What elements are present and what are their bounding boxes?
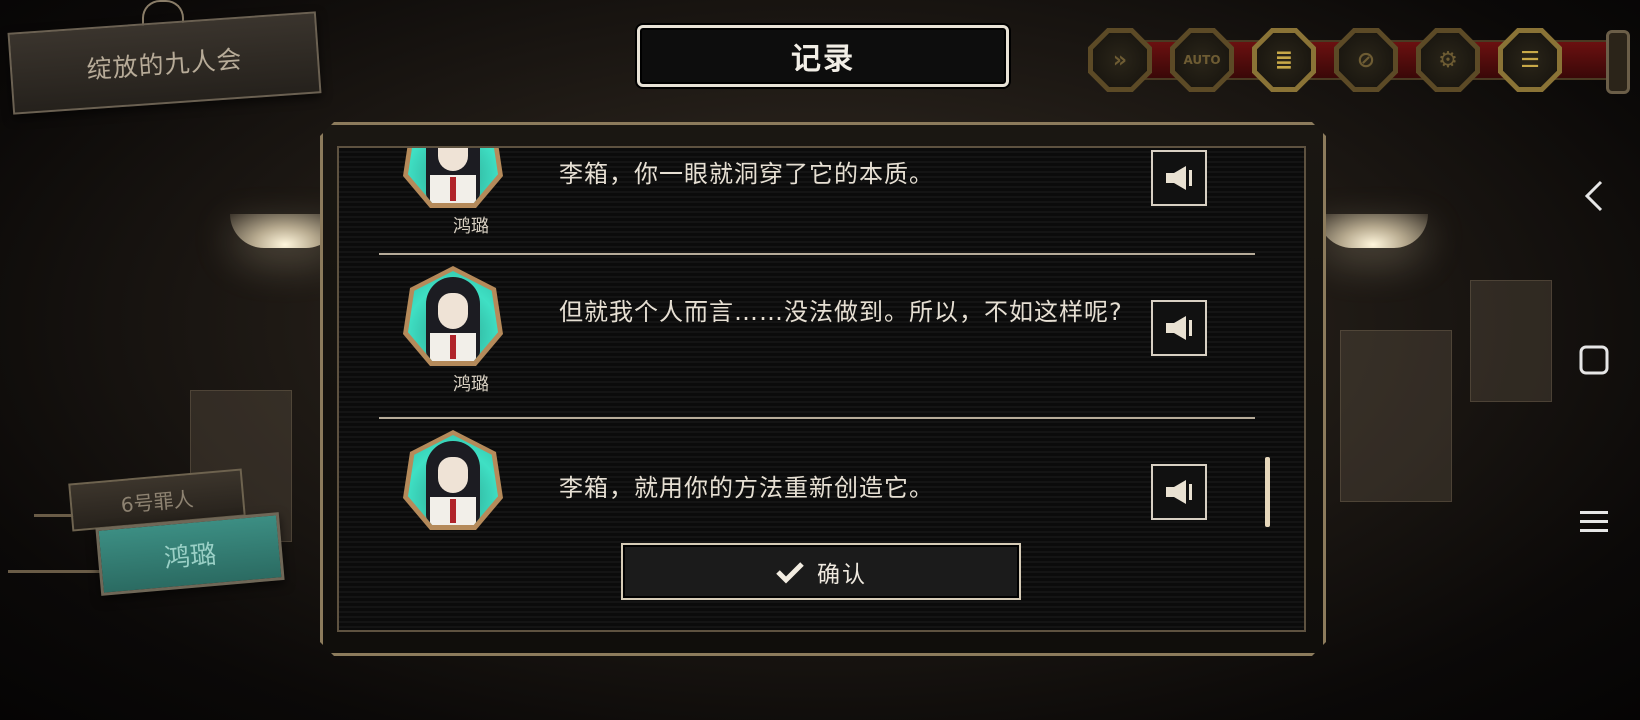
voice-replay-button[interactable] [1151, 300, 1207, 356]
list-item: 鸿璐 李箱，你一眼就洞穿了它的本质。 [379, 148, 1255, 242]
speaker-icon [1166, 480, 1192, 504]
log-button[interactable]: ≣ [1252, 28, 1316, 92]
auto-button[interactable]: AUTO [1170, 28, 1234, 92]
menu-icon: ☰ [1503, 33, 1557, 87]
dialogue-text: 李箱，就用你的方法重新创造它。 [559, 474, 934, 502]
background-shelf [1340, 330, 1452, 502]
dialogue-text: 但就我个人而言……没法做到。所以，不如这样呢? [559, 298, 1123, 326]
confirm-label: 确认 [817, 561, 867, 588]
page-title-box: 记录 [637, 25, 1009, 87]
chapter-title: 绽放的九人会 [85, 44, 244, 85]
list-item: 鸿璐 但就我个人而言……没法做到。所以，不如这样呢? [379, 266, 1255, 406]
page-title: 记录 [791, 42, 855, 77]
system-back-button[interactable] [1572, 174, 1616, 218]
fast-forward-button[interactable]: » [1088, 28, 1152, 92]
gear-icon: ⚙ [1421, 33, 1475, 87]
auto-icon: AUTO [1175, 33, 1229, 87]
character-name: 鸿璐 [162, 539, 218, 574]
system-home-button[interactable] [1572, 338, 1616, 382]
speaker-name: 鸿璐 [453, 374, 489, 395]
square-icon [1579, 345, 1609, 375]
system-recents-button[interactable] [1572, 500, 1616, 544]
chevron-left-icon [1584, 180, 1603, 212]
hamburger-icon [1580, 511, 1608, 532]
confirm-button[interactable]: 确认 [621, 543, 1021, 600]
chapter-title-plate: 绽放的九人会 [7, 11, 322, 115]
dialogue-text: 李箱，你一眼就洞穿了它的本质。 [559, 160, 934, 188]
voice-replay-button[interactable] [1151, 464, 1207, 520]
log-scrollbar[interactable] [1265, 457, 1270, 527]
speaker-icon [1166, 316, 1192, 340]
fast-forward-icon: » [1093, 33, 1147, 87]
avatar [403, 430, 503, 530]
entry-divider [379, 253, 1255, 255]
menu-button[interactable]: ☰ [1498, 28, 1562, 92]
list-item: 李箱，就用你的方法重新创造它。 [379, 430, 1255, 530]
entry-divider [379, 417, 1255, 419]
toolbar-rail-end [1606, 30, 1630, 94]
character-name-plate[interactable]: 鸿璐 [95, 512, 285, 596]
speaker-name: 鸿璐 [453, 216, 489, 237]
cable [8, 570, 102, 573]
settings-button[interactable]: ⚙ [1416, 28, 1480, 92]
avatar [403, 266, 503, 366]
ceiling-lamp-right [1318, 214, 1428, 248]
log-icon: ≣ [1257, 33, 1311, 87]
hide-ui-icon: ⊘ [1339, 33, 1393, 87]
speaker-icon [1166, 166, 1192, 190]
hide-ui-button[interactable]: ⊘ [1334, 28, 1398, 92]
avatar [403, 148, 503, 208]
slot-label: 6号罪人 [119, 486, 195, 517]
checkmark-icon [776, 561, 804, 584]
voice-replay-button[interactable] [1151, 150, 1207, 206]
background-shelf [1470, 280, 1552, 402]
